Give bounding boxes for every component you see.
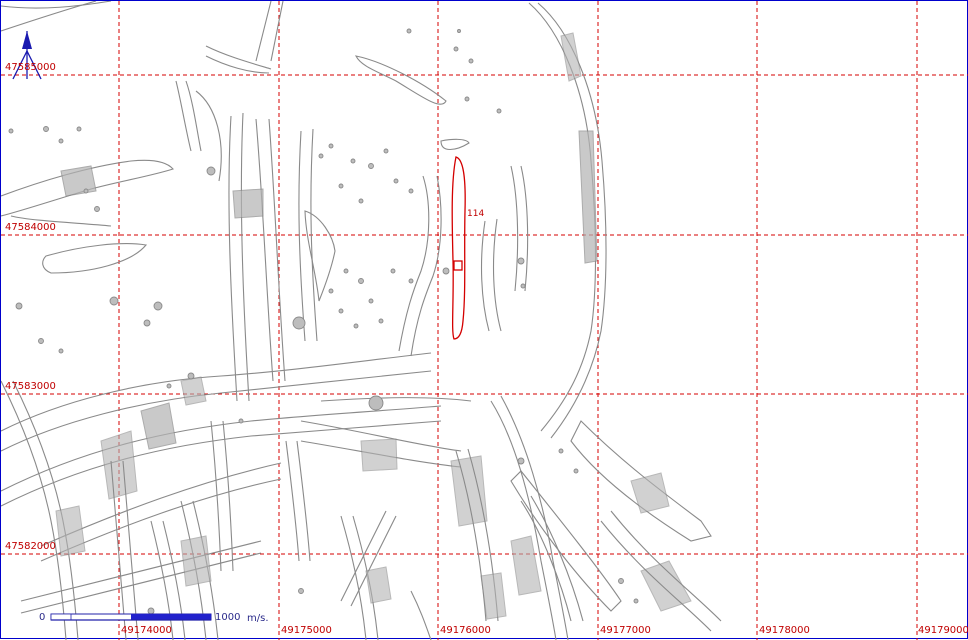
scale-bar xyxy=(50,613,212,621)
y-label-47584000: 47584000 xyxy=(5,222,56,233)
x-label-49179000: 49179000 xyxy=(918,625,968,636)
feature-label-114: 114 xyxy=(467,209,485,219)
highlighted-feature-114[interactable] xyxy=(451,156,466,340)
x-label-49178000: 49178000 xyxy=(759,625,810,636)
map-canvas[interactable]: 47585000 47584000 47583000 47582000 4917… xyxy=(0,0,968,640)
y-label-47582000: 47582000 xyxy=(5,541,56,552)
x-label-49176000: 49176000 xyxy=(440,625,491,636)
scale-start-label: 0 xyxy=(39,612,46,623)
x-label-49177000: 49177000 xyxy=(600,625,651,636)
scale-end-label: 1000 xyxy=(215,612,241,623)
map-drawing xyxy=(1,1,968,640)
scattered-features xyxy=(8,28,639,615)
x-label-49175000: 49175000 xyxy=(281,625,332,636)
x-label-49174000: 49174000 xyxy=(121,625,172,636)
scale-unit-label: m/s. xyxy=(247,613,269,624)
y-label-47585000: 47585000 xyxy=(5,62,56,73)
geological-features xyxy=(1,1,722,640)
y-label-47583000: 47583000 xyxy=(5,381,56,392)
